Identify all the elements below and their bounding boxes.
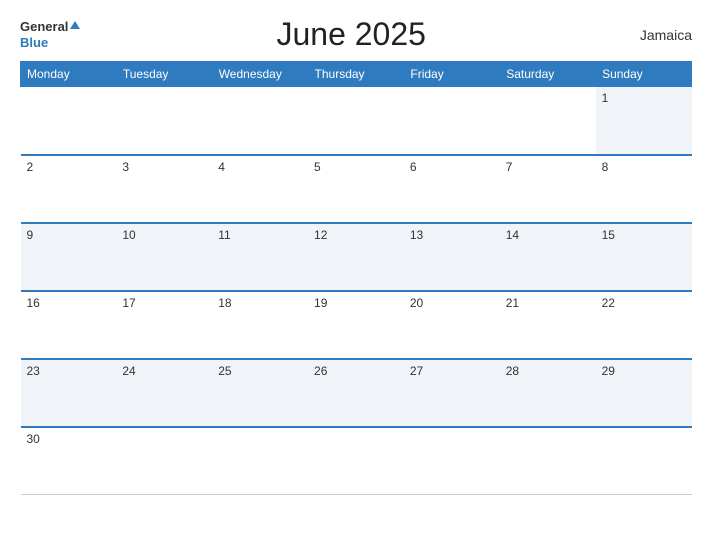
calendar-week-row: 23 24 25 26 27 28 29	[21, 359, 692, 427]
day-number: 10	[122, 228, 135, 242]
calendar-cell: 8	[596, 155, 692, 223]
header-saturday: Saturday	[500, 62, 596, 87]
logo: General Blue	[20, 19, 80, 51]
day-number: 27	[410, 364, 423, 378]
calendar-cell: 28	[500, 359, 596, 427]
calendar-cell: 15	[596, 223, 692, 291]
calendar-cell	[596, 427, 692, 495]
calendar-cell: 26	[308, 359, 404, 427]
calendar-cell	[116, 87, 212, 155]
day-number: 4	[218, 160, 225, 174]
day-number: 9	[27, 228, 34, 242]
country-label: Jamaica	[622, 27, 692, 43]
logo-blue-text: Blue	[20, 35, 48, 50]
calendar-cell: 14	[500, 223, 596, 291]
calendar-week-row: 1	[21, 87, 692, 155]
calendar-cell: 17	[116, 291, 212, 359]
day-number: 8	[602, 160, 609, 174]
calendar-cell	[308, 87, 404, 155]
calendar-cell	[500, 87, 596, 155]
day-number: 19	[314, 296, 327, 310]
day-number: 28	[506, 364, 519, 378]
calendar-title: June 2025	[80, 16, 622, 53]
calendar-cell	[500, 427, 596, 495]
day-number: 5	[314, 160, 321, 174]
header-friday: Friday	[404, 62, 500, 87]
day-number: 12	[314, 228, 327, 242]
day-number: 24	[122, 364, 135, 378]
day-number: 30	[27, 432, 40, 446]
logo-top: General	[20, 19, 80, 35]
header-tuesday: Tuesday	[116, 62, 212, 87]
calendar-cell	[212, 87, 308, 155]
calendar-week-row: 30	[21, 427, 692, 495]
calendar-cell	[308, 427, 404, 495]
calendar-cell: 23	[21, 359, 117, 427]
calendar-cell: 7	[500, 155, 596, 223]
header-monday: Monday	[21, 62, 117, 87]
weekday-header-row: Monday Tuesday Wednesday Thursday Friday…	[21, 62, 692, 87]
day-number: 3	[122, 160, 129, 174]
calendar-cell: 30	[21, 427, 117, 495]
calendar-cell: 6	[404, 155, 500, 223]
calendar-week-row: 9 10 11 12 13 14 15	[21, 223, 692, 291]
calendar-cell: 29	[596, 359, 692, 427]
calendar-cell: 20	[404, 291, 500, 359]
calendar-week-row: 16 17 18 19 20 21 22	[21, 291, 692, 359]
day-number: 17	[122, 296, 135, 310]
day-number: 13	[410, 228, 423, 242]
calendar-cell: 16	[21, 291, 117, 359]
calendar-cell: 24	[116, 359, 212, 427]
calendar-cell: 11	[212, 223, 308, 291]
calendar-cell	[404, 87, 500, 155]
calendar-week-row: 2 3 4 5 6 7 8	[21, 155, 692, 223]
calendar-cell: 3	[116, 155, 212, 223]
calendar-cell: 9	[21, 223, 117, 291]
calendar-cell: 21	[500, 291, 596, 359]
calendar-cell	[404, 427, 500, 495]
header-sunday: Sunday	[596, 62, 692, 87]
calendar-cell: 27	[404, 359, 500, 427]
day-number: 2	[27, 160, 34, 174]
calendar-page: General Blue June 2025 Jamaica Monday Tu…	[0, 0, 712, 550]
calendar-cell: 22	[596, 291, 692, 359]
calendar-cell: 5	[308, 155, 404, 223]
day-number: 11	[218, 228, 230, 242]
day-number: 14	[506, 228, 519, 242]
day-number: 1	[602, 91, 609, 105]
day-number: 23	[27, 364, 40, 378]
day-number: 7	[506, 160, 513, 174]
day-number: 29	[602, 364, 615, 378]
calendar-cell	[116, 427, 212, 495]
day-number: 26	[314, 364, 327, 378]
day-number: 15	[602, 228, 615, 242]
header-wednesday: Wednesday	[212, 62, 308, 87]
logo-triangle-icon	[70, 21, 80, 29]
day-number: 6	[410, 160, 417, 174]
calendar-cell	[21, 87, 117, 155]
calendar-cell: 18	[212, 291, 308, 359]
day-number: 21	[506, 296, 519, 310]
calendar-cell: 13	[404, 223, 500, 291]
day-number: 25	[218, 364, 231, 378]
day-number: 20	[410, 296, 423, 310]
calendar-cell: 4	[212, 155, 308, 223]
calendar-cell	[212, 427, 308, 495]
calendar-cell: 10	[116, 223, 212, 291]
calendar-table: Monday Tuesday Wednesday Thursday Friday…	[20, 61, 692, 495]
calendar-cell: 19	[308, 291, 404, 359]
calendar-cell: 1	[596, 87, 692, 155]
header-thursday: Thursday	[308, 62, 404, 87]
calendar-cell: 25	[212, 359, 308, 427]
day-number: 22	[602, 296, 615, 310]
calendar-cell: 12	[308, 223, 404, 291]
calendar-cell: 2	[21, 155, 117, 223]
day-number: 16	[27, 296, 40, 310]
header: General Blue June 2025 Jamaica	[20, 16, 692, 53]
logo-general-text: General	[20, 19, 68, 34]
day-number: 18	[218, 296, 231, 310]
